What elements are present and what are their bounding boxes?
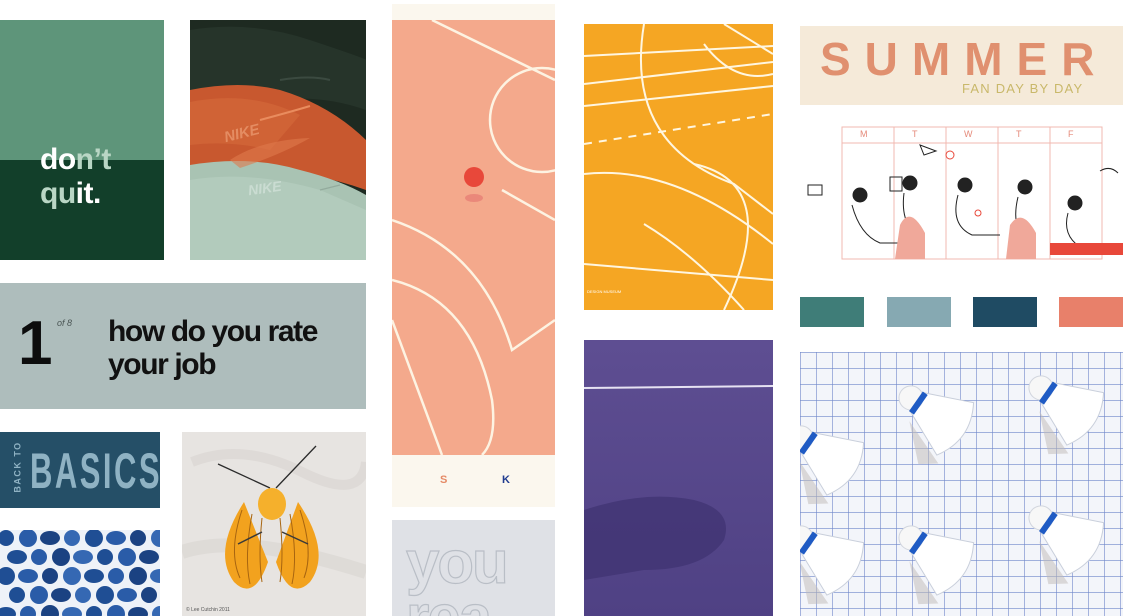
dot [75,587,91,603]
dot [64,530,80,546]
dot [97,549,113,565]
orange-court-caption: DESIGN MUSEUM [587,289,622,294]
dont-text: don’t [40,145,111,175]
dot [52,548,70,566]
salmon-court-poster[interactable]: S K [392,4,555,507]
quit-part-b: it. [75,177,102,210]
dot [108,568,124,584]
dot [31,549,47,565]
moth-credit: © Lee Cutchin 2011 [186,607,230,613]
people-calendar-art [807,126,1123,260]
back-to-basics-tile[interactable]: BACK TO BASICS [0,432,160,508]
purple-court-image [584,340,773,616]
dot [9,587,25,603]
question-text: how do you rate your job [108,315,318,381]
color-swatch-light-blue[interactable] [887,297,951,327]
weekday-illustration[interactable]: M T W T F [800,125,1123,262]
dont-part-a: do [40,143,76,176]
orange-court-art [584,24,773,310]
summer-title: SUMMER [820,33,1109,85]
poster-letter-k: K [502,474,510,486]
dot [141,587,157,603]
day-t2: T [1016,129,1022,139]
dot [7,550,27,564]
basics-label: BASICS [30,443,160,499]
you-outline-line-2: rea [405,586,492,616]
back-to-label: BACK TO [12,441,23,493]
dot [117,588,137,602]
dot [139,550,159,564]
quit-part-a: qu [40,177,76,210]
color-swatch-coral[interactable] [1059,297,1123,327]
dot [118,548,136,566]
dont-part-b: n’t [75,143,112,176]
salmon-court-art [392,20,555,456]
day-w: W [964,129,973,139]
dont-quit-tile[interactable]: don’t quit. [0,20,164,260]
dot [51,588,71,602]
dot [130,530,146,546]
color-swatch-navy[interactable] [973,297,1037,327]
color-swatch-teal[interactable] [800,297,864,327]
dots-pattern [0,530,160,616]
moth-photo-tile[interactable]: © Lee Cutchin 2011 [182,432,366,616]
quit-text: quit. [40,179,101,209]
summer-banner[interactable]: SUMMER FAN DAY BY DAY [800,26,1123,105]
blue-dots-pattern-tile[interactable] [0,530,160,616]
poster-letter-s: S [440,474,448,486]
dot [106,531,126,545]
dot [40,531,60,545]
you-outline-poster[interactable]: you rea [392,520,555,616]
nike-apparel-photo[interactable]: NIKE NIKE [190,20,366,260]
shuttlecock-photo-tile[interactable] [800,352,1123,616]
dot [42,568,58,584]
purple-court-photo[interactable] [584,340,773,616]
dot [129,567,147,585]
orange-court-poster[interactable]: DESIGN MUSEUM [584,24,773,310]
question-line-2: your job [108,348,217,381]
question-number: 1 [18,309,53,378]
day-f: F [1068,129,1074,139]
day-t1: T [912,129,918,139]
question-line-1: how do you rate [108,315,318,348]
question-of-label: of 8 [57,318,73,328]
day-m: M [860,129,868,139]
rate-your-job-tile[interactable]: 1 of 8 how do you rate your job [0,283,366,409]
dot [96,586,114,604]
poster-letters: S K [392,474,555,494]
dot [73,550,93,564]
dot [63,567,81,585]
dot [84,569,104,583]
dot [18,569,38,583]
moth-image [182,432,366,616]
dot [30,586,48,604]
shuttlecocks-image [800,352,1123,616]
nike-fabric-image [190,20,366,260]
summer-subtitle: FAN DAY BY DAY [962,81,1084,96]
